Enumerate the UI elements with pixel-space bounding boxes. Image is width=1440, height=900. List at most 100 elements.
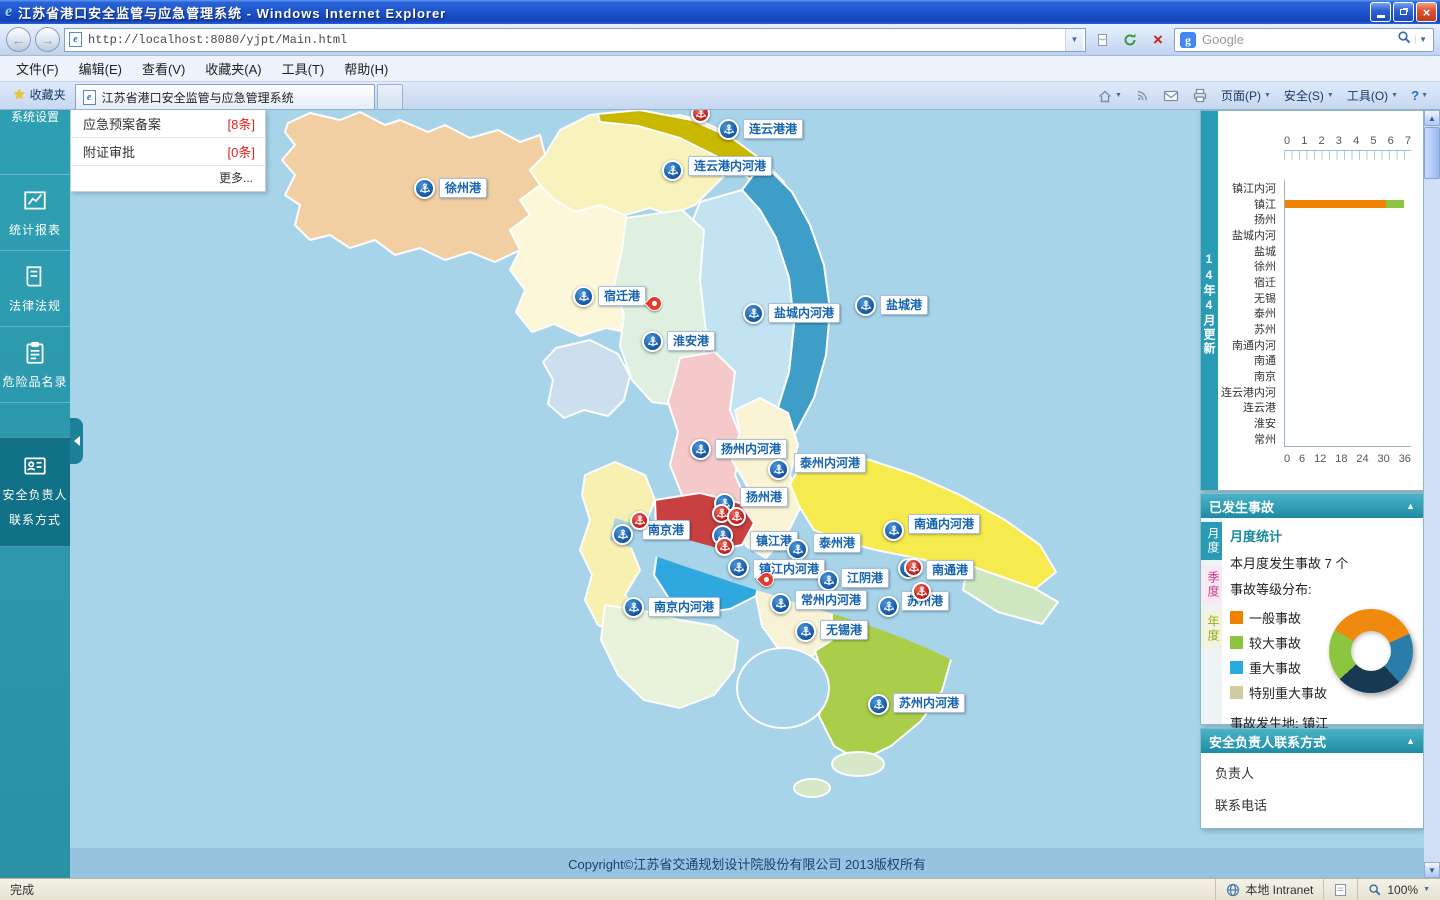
help-button[interactable]: ? ▼ <box>1411 88 1428 103</box>
scroll-down-icon[interactable]: ▼ <box>1424 862 1440 878</box>
port-label[interactable]: 苏州内河港 <box>893 693 966 713</box>
quick-panel-more[interactable]: 更多... <box>71 166 265 191</box>
url-input[interactable] <box>88 32 1065 47</box>
scroll-up-icon[interactable]: ▲ <box>1424 110 1440 126</box>
contact-panel-header[interactable]: 安全负责人联系方式 ▲ <box>1201 729 1423 753</box>
print-button[interactable] <box>1192 88 1208 103</box>
port-anchor-marker[interactable] <box>623 597 644 618</box>
port-anchor-marker[interactable] <box>573 286 594 307</box>
port-label[interactable]: 盐城港 <box>880 295 929 315</box>
menu-item[interactable]: 工具(T) <box>272 56 335 81</box>
mail-button[interactable] <box>1163 89 1179 103</box>
back-button[interactable]: ← <box>6 27 31 52</box>
accident-port-marker[interactable] <box>912 582 931 601</box>
zoom-dropdown-icon[interactable]: ▼ <box>1423 886 1430 893</box>
port-anchor-marker[interactable] <box>414 178 435 199</box>
port-label[interactable]: 连云港内河港 <box>688 156 773 176</box>
quick-panel-row[interactable]: 应急预案备案 [8条] <box>71 110 265 138</box>
port-anchor-marker[interactable] <box>878 596 899 617</box>
zoom-control[interactable]: 100% ▼ <box>1357 879 1440 900</box>
port-anchor-marker[interactable] <box>728 557 749 578</box>
port-label[interactable]: 南京内河港 <box>648 597 721 617</box>
close-button[interactable]: × <box>1416 2 1437 22</box>
port-anchor-marker[interactable] <box>795 621 816 642</box>
menu-item[interactable]: 帮助(H) <box>334 56 398 81</box>
accident-port-marker[interactable] <box>715 537 734 556</box>
port-anchor-marker[interactable] <box>743 303 764 324</box>
sidebar-item-stats-report[interactable]: 统计报表 <box>0 175 70 251</box>
stop-button[interactable]: × <box>1146 28 1170 52</box>
address-dropdown-icon[interactable]: ▼ <box>1065 28 1083 51</box>
vertical-scrollbar[interactable]: ▲ ▼ <box>1424 110 1440 878</box>
accident-tab[interactable]: 年度 <box>1201 610 1222 648</box>
port-anchor-marker[interactable] <box>768 459 789 480</box>
sidebar-item-dangerous-goods[interactable]: 危险品名录 <box>0 327 70 403</box>
scrollbar-thumb[interactable] <box>1424 127 1440 179</box>
feeds-button[interactable] <box>1135 88 1150 103</box>
home-button[interactable]: ▼ <box>1097 88 1122 104</box>
toolbar-button[interactable]: 安全(S) ▼ <box>1284 87 1334 104</box>
port-label[interactable]: 扬州内河港 <box>715 439 788 459</box>
port-label[interactable]: 无锡港 <box>820 620 869 640</box>
port-label[interactable]: 泰州内河港 <box>794 453 867 473</box>
chart-category-label: 淮安 <box>1254 418 1276 431</box>
forward-button[interactable]: → <box>35 27 60 52</box>
collapse-chevron-icon[interactable]: ▲ <box>1406 501 1415 511</box>
accident-tab[interactable]: 月度 <box>1201 522 1222 560</box>
restore-button[interactable] <box>1393 2 1414 22</box>
port-anchor-marker[interactable] <box>612 524 633 545</box>
port-anchor-marker[interactable] <box>883 520 904 541</box>
port-anchor-marker[interactable] <box>642 331 663 352</box>
accident-port-marker[interactable] <box>630 511 649 530</box>
accident-port-marker[interactable] <box>904 558 923 577</box>
port-anchor-marker[interactable] <box>787 539 808 560</box>
port-anchor-marker[interactable] <box>718 119 739 140</box>
address-field[interactable]: e ▼ <box>64 27 1086 52</box>
sidebar-collapse-handle[interactable] <box>70 418 83 464</box>
collapse-chevron-icon[interactable]: ▲ <box>1406 736 1415 746</box>
accident-port-marker[interactable] <box>691 110 710 123</box>
port-label[interactable]: 南通内河港 <box>908 514 981 534</box>
port-anchor-marker[interactable] <box>662 160 683 181</box>
search-dropdown-icon[interactable]: ▼ <box>1415 35 1430 44</box>
accident-port-marker[interactable] <box>727 507 746 526</box>
location-pin-icon[interactable] <box>643 292 666 315</box>
sidebar-item-partial[interactable]: 系统设置 <box>0 110 70 123</box>
sidebar-item-safety-contact[interactable]: 安全负责人 联系方式 <box>0 437 70 547</box>
tab-active[interactable]: e 江苏省港口安全监管与应急管理系统 <box>74 84 375 109</box>
compatibility-view-button[interactable] <box>1090 28 1114 52</box>
port-anchor-marker[interactable] <box>868 694 889 715</box>
port-label[interactable]: 常州内河港 <box>795 590 868 610</box>
port-label[interactable]: 江阴港 <box>841 568 890 588</box>
minimize-button[interactable] <box>1370 2 1391 22</box>
quick-panel-row[interactable]: 附证审批 [0条] <box>71 138 265 166</box>
sidebar-item-laws[interactable]: 法律法规 <box>0 251 70 327</box>
accident-tab[interactable]: 季度 <box>1201 566 1222 604</box>
menu-item[interactable]: 查看(V) <box>132 56 195 81</box>
port-label[interactable]: 南通港 <box>926 560 975 580</box>
port-label[interactable]: 扬州港 <box>740 487 789 507</box>
favorites-button[interactable]: ★ 收藏夹 <box>4 82 75 109</box>
menu-item[interactable]: 文件(F) <box>6 56 69 81</box>
menu-item[interactable]: 编辑(E) <box>69 56 132 81</box>
refresh-button[interactable] <box>1118 28 1142 52</box>
menu-item[interactable]: 收藏夹(A) <box>195 56 271 81</box>
search-box[interactable]: g ▼ <box>1174 27 1434 52</box>
tab-new[interactable] <box>376 84 403 109</box>
port-anchor-marker[interactable] <box>690 439 711 460</box>
port-anchor-marker[interactable] <box>770 593 791 614</box>
port-label[interactable]: 宿迁港 <box>598 286 647 306</box>
port-label[interactable]: 连云港港 <box>743 119 804 139</box>
port-anchor-marker[interactable] <box>855 295 876 316</box>
port-label[interactable]: 南京港 <box>642 520 691 540</box>
port-anchor-marker[interactable] <box>818 570 839 591</box>
accident-panel-header[interactable]: 已发生事故 ▲ <box>1201 494 1423 518</box>
port-label[interactable]: 泰州港 <box>813 533 862 553</box>
toolbar-button[interactable]: 页面(P) ▼ <box>1221 87 1271 104</box>
toolbar-button[interactable]: 工具(O) ▼ <box>1347 87 1398 104</box>
port-label[interactable]: 徐州港 <box>439 178 488 198</box>
port-label[interactable]: 盐城内河港 <box>768 303 841 323</box>
search-input[interactable] <box>1202 32 1398 47</box>
search-icon[interactable] <box>1397 30 1412 50</box>
port-label[interactable]: 淮安港 <box>667 331 716 351</box>
